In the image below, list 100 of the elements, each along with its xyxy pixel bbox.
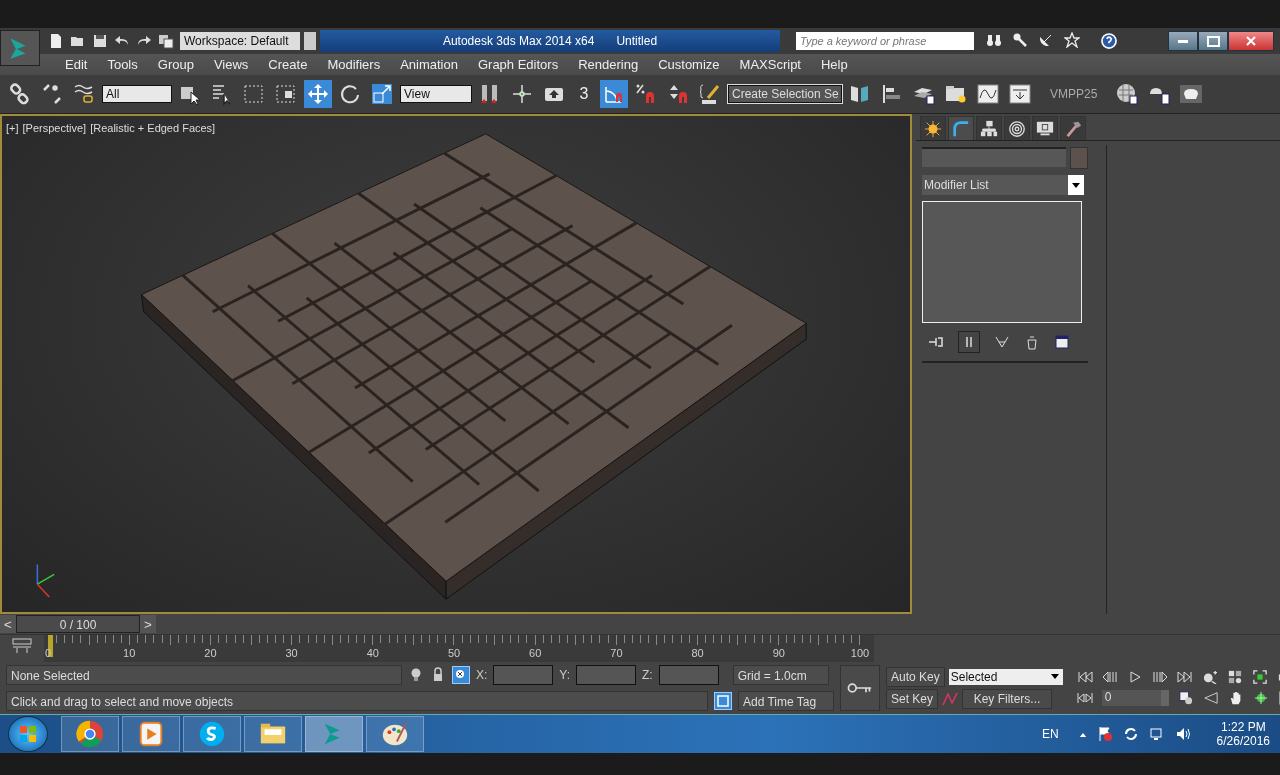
zoom-extents-icon[interactable] bbox=[1251, 670, 1268, 684]
schematic-icon bbox=[1008, 82, 1032, 106]
command-panel-tab[interactable] bbox=[1032, 116, 1058, 140]
clock-date[interactable]: 6/26/2016 bbox=[1216, 734, 1270, 748]
next-frame-icon[interactable] bbox=[1151, 670, 1168, 684]
command-panel-tab[interactable] bbox=[976, 116, 1002, 140]
command-panel-tab[interactable] bbox=[920, 116, 946, 140]
target-icon bbox=[1008, 119, 1026, 138]
set-key-mode-button[interactable]: Set Key bbox=[886, 689, 939, 709]
show-end-icon[interactable] bbox=[958, 331, 980, 353]
orbit-icon[interactable] bbox=[1252, 691, 1269, 705]
menu-item[interactable]: Animation bbox=[390, 57, 468, 72]
snap-toggle[interactable]: 3 bbox=[572, 80, 596, 108]
object-name-field[interactable] bbox=[922, 147, 1066, 167]
modifier-list-dropdown[interactable]: Modifier List bbox=[922, 175, 1084, 195]
time-tag-icon[interactable] bbox=[714, 692, 732, 710]
project-folder-icon[interactable] bbox=[158, 33, 174, 49]
reference-coordinate-dropdown[interactable]: View bbox=[400, 85, 472, 103]
zoom-icon[interactable] bbox=[1201, 670, 1218, 684]
menu-item[interactable]: Help bbox=[811, 57, 858, 72]
command-panel-tab[interactable] bbox=[948, 116, 974, 140]
x-coordinate-field[interactable] bbox=[493, 665, 554, 685]
key-mode-toggle-icon[interactable] bbox=[1076, 691, 1093, 705]
windows-logo-icon bbox=[18, 724, 38, 744]
menu-item[interactable]: Create bbox=[258, 57, 318, 72]
workspace-dropdown[interactable]: Workspace: Default bbox=[180, 32, 300, 50]
y-coordinate-field[interactable] bbox=[576, 665, 637, 685]
next-frame-button[interactable]: > bbox=[140, 615, 156, 633]
menu-item[interactable]: Tools bbox=[97, 57, 148, 72]
speaker-icon[interactable] bbox=[1174, 726, 1191, 742]
key-mode-dropdown[interactable]: Selected bbox=[948, 669, 1063, 685]
star-icon[interactable] bbox=[1064, 32, 1080, 48]
absolute-mode-icon[interactable] bbox=[452, 666, 470, 684]
menu-item[interactable]: Rendering bbox=[568, 57, 649, 72]
menu-item[interactable]: Views bbox=[203, 57, 259, 72]
time-configuration-icon[interactable] bbox=[1177, 691, 1194, 705]
taskbar-app[interactable] bbox=[61, 716, 119, 752]
language-indicator[interactable]: EN bbox=[1041, 727, 1059, 741]
search-field[interactable]: Type a keyword or phrase bbox=[796, 32, 974, 50]
menu-item[interactable]: Group bbox=[147, 57, 204, 72]
viewport-label[interactable]: [Realistic + Edged Faces] bbox=[90, 122, 216, 134]
current-frame-spinner[interactable]: 0 bbox=[1101, 690, 1169, 706]
command-panel-tab[interactable] bbox=[1004, 116, 1030, 140]
taskbar-app[interactable] bbox=[366, 716, 424, 752]
menu-item[interactable]: Customize bbox=[648, 57, 730, 72]
save-icon[interactable] bbox=[92, 33, 108, 49]
clock-time[interactable]: 1:22 PM bbox=[1220, 720, 1266, 734]
frame-number: 70 bbox=[610, 647, 623, 659]
start-button[interactable] bbox=[8, 716, 48, 752]
menu-item[interactable]: Graph Editors bbox=[467, 57, 569, 72]
time-slider-thumb[interactable]: 0 / 100 bbox=[16, 615, 140, 633]
curve-editor-toggle-icon[interactable] bbox=[12, 638, 32, 654]
zoom-all-icon[interactable] bbox=[1226, 670, 1243, 684]
selection-filter-dropdown[interactable]: All bbox=[102, 85, 172, 103]
go-to-end-icon[interactable] bbox=[1176, 670, 1193, 684]
field-of-view-icon[interactable] bbox=[1202, 691, 1219, 705]
pin-icon[interactable] bbox=[928, 334, 944, 350]
taskbar-app[interactable] bbox=[244, 716, 302, 752]
menu-item[interactable]: Edit bbox=[55, 57, 98, 72]
application-button[interactable] bbox=[0, 30, 40, 66]
key-icon[interactable] bbox=[1012, 32, 1028, 48]
menu-item[interactable]: MAXScript bbox=[729, 57, 811, 72]
binoculars-icon[interactable] bbox=[986, 32, 1002, 48]
z-coordinate-field[interactable] bbox=[658, 665, 719, 685]
configure-icon[interactable] bbox=[1054, 334, 1070, 350]
flag-icon[interactable] bbox=[1096, 726, 1113, 742]
help-icon[interactable] bbox=[1100, 32, 1118, 50]
close-button[interactable] bbox=[1228, 31, 1274, 51]
menu-item[interactable]: Modifiers bbox=[317, 57, 391, 72]
sun-icon bbox=[924, 119, 942, 138]
trash-icon[interactable] bbox=[1024, 334, 1040, 350]
command-panel-tab[interactable] bbox=[1060, 116, 1086, 140]
modifier-stack[interactable] bbox=[922, 201, 1082, 323]
color-swatch[interactable] bbox=[1070, 147, 1088, 169]
go-to-start-icon[interactable] bbox=[1076, 670, 1093, 684]
previous-frame-button[interactable]: < bbox=[0, 615, 16, 633]
unique-icon[interactable] bbox=[994, 334, 1010, 350]
satellite-dish-icon[interactable] bbox=[1038, 32, 1054, 48]
minimize-button[interactable] bbox=[1168, 31, 1198, 51]
previous-frame-icon[interactable] bbox=[1101, 670, 1118, 684]
move-tool[interactable] bbox=[304, 80, 332, 108]
perspective-viewport[interactable]: [+] [Perspective] [Realistic + Edged Faces] bbox=[0, 114, 912, 614]
viewport-label[interactable]: [Perspective] bbox=[22, 122, 87, 134]
restore-button[interactable] bbox=[1198, 31, 1228, 51]
network-icon[interactable] bbox=[1148, 726, 1165, 742]
sync-icon[interactable] bbox=[1122, 726, 1139, 742]
window-icon bbox=[274, 82, 298, 106]
angle-snap-tool[interactable] bbox=[600, 80, 628, 108]
frame-number: 50 bbox=[447, 647, 461, 659]
frame-number: 10 bbox=[123, 647, 136, 659]
add-time-tag-button[interactable]: Add Time Tag bbox=[738, 691, 834, 711]
new-file-icon[interactable] bbox=[48, 33, 64, 49]
taskbar-app[interactable] bbox=[122, 716, 180, 752]
set-key-button[interactable] bbox=[840, 665, 880, 711]
key-filters-button[interactable]: Key Filters... bbox=[962, 689, 1053, 709]
auto-key-button[interactable]: Auto Key bbox=[886, 667, 945, 687]
viewport-label[interactable]: [+] bbox=[6, 122, 19, 134]
track-bar[interactable]: 0 10 20 30 40 50 60 70 80 90 100 bbox=[44, 635, 874, 662]
taskbar-app[interactable] bbox=[183, 716, 241, 752]
named-selection-dropdown[interactable]: Create Selection Se bbox=[728, 85, 842, 103]
